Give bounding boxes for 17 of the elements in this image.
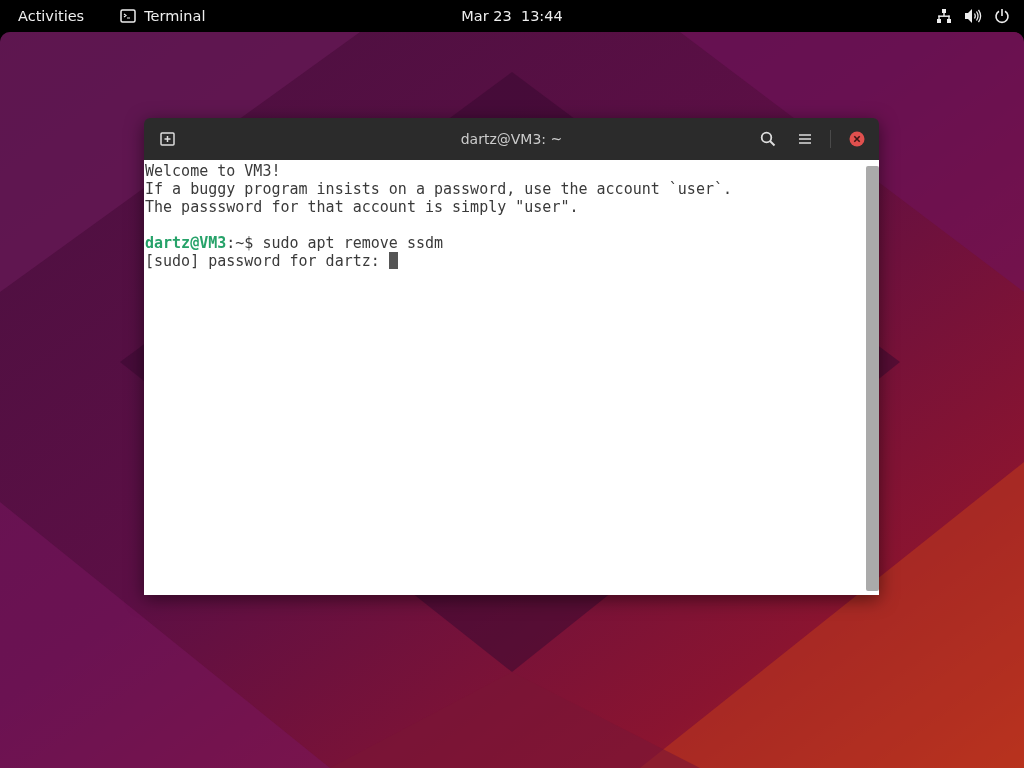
app-menu[interactable]: Terminal: [102, 0, 224, 32]
terminal-line: If a buggy program insists on a password, use the account `user`.: [145, 180, 732, 198]
terminal-line: dartz@VM3:~$ sudo apt remove ssdm: [145, 234, 444, 252]
network-icon[interactable]: [936, 8, 952, 24]
terminal-line: The passsword for that account is simply "user".: [145, 198, 579, 216]
terminal-icon: [120, 9, 137, 23]
terminal-line: Welcome to VM3!: [145, 162, 281, 180]
menu-icon: [798, 133, 812, 145]
close-icon: [849, 131, 865, 147]
clock[interactable]: Mar 23 13:44: [461, 8, 563, 24]
window-title: dartz@VM3: ~: [460, 131, 563, 147]
power-icon[interactable]: [994, 8, 1010, 24]
volume-icon[interactable]: [964, 8, 982, 24]
terminal-line: [sudo] password for dartz:: [145, 252, 381, 270]
search-icon: [760, 131, 776, 147]
plus-square-icon: [159, 131, 177, 147]
activities-button[interactable]: Activities: [0, 0, 103, 32]
